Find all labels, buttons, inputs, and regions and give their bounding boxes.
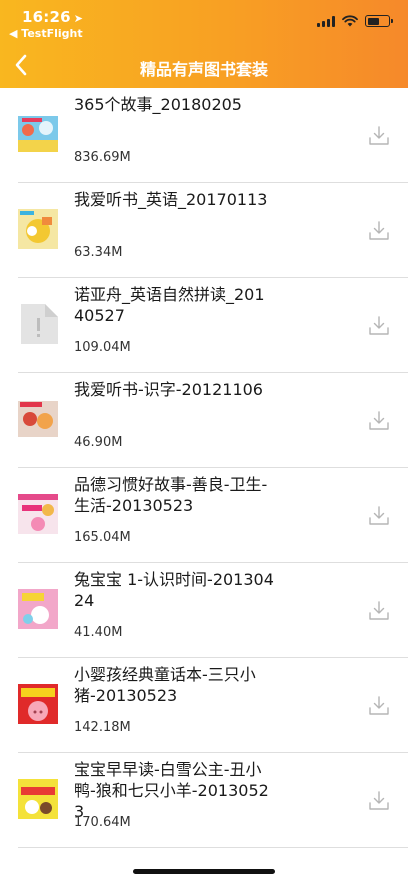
status-indicators [317, 15, 393, 27]
download-icon[interactable] [368, 505, 390, 527]
download-icon[interactable] [368, 600, 390, 622]
item-size: 170.64M [74, 815, 131, 830]
item-size: 63.34M [74, 245, 123, 260]
download-icon[interactable] [368, 315, 390, 337]
audiobook-list: 365个故事_20180205 836.69M 我爱听书_英语_20170113… [0, 88, 408, 848]
download-icon[interactable] [368, 125, 390, 147]
item-title: 小婴孩经典童话本-三只小猪-20130523 [74, 665, 256, 705]
item-title: 我爱听书_英语_20170113 [74, 190, 268, 209]
book-cover-bunny [18, 589, 58, 629]
item-size: 142.18M [74, 720, 131, 735]
download-icon[interactable] [368, 220, 390, 242]
item-size: 41.40M [74, 625, 123, 640]
location-arrow-icon: ➤ [73, 12, 84, 25]
book-cover-colorful [18, 116, 58, 152]
battery-icon [365, 15, 393, 27]
item-size: 165.04M [74, 530, 131, 545]
list-item[interactable]: 宝宝早早读-白雪公主-丑小鸭-狼和七只小羊-20130523 170.64M [18, 753, 408, 848]
home-indicator[interactable] [133, 869, 275, 874]
file-placeholder-icon [21, 304, 58, 344]
list-item[interactable]: 我爱听书_英语_20170113 63.34M [18, 183, 408, 278]
download-icon[interactable] [368, 790, 390, 812]
book-cover-red [18, 401, 58, 437]
clock-text: 16:26 [22, 8, 71, 26]
item-size: 836.69M [74, 150, 131, 165]
list-item[interactable]: 小婴孩经典童话本-三只小猪-20130523 142.18M [18, 658, 408, 753]
item-size: 46.90M [74, 435, 123, 450]
list-item[interactable]: 365个故事_20180205 836.69M [18, 88, 408, 183]
book-cover-yellow [18, 209, 58, 249]
item-title: 诺亚舟_英语自然拼读_20140527 [74, 285, 265, 325]
item-title: 我爱听书-识字-20121106 [74, 380, 263, 399]
item-title: 兔宝宝 1-认识时间-20130424 [74, 570, 274, 610]
download-icon[interactable] [368, 410, 390, 432]
download-icon[interactable] [368, 695, 390, 717]
app-header: 16:26 ➤ ◀ TestFlight 精品有声图书套装 [0, 0, 408, 88]
page-title: 精品有声图书套装 [139, 60, 268, 79]
list-item[interactable]: 我爱听书-识字-20121106 46.90M [18, 373, 408, 468]
item-title: 365个故事_20180205 [74, 95, 242, 114]
cellular-signal-icon [317, 15, 335, 27]
book-cover-pink [18, 494, 58, 534]
book-cover-seven-goats [18, 779, 58, 819]
book-cover-three-pigs [18, 684, 58, 724]
list-item[interactable]: 品德习惯好故事-善良-卫生-生活-20130523 165.04M [18, 468, 408, 563]
item-size: 109.04M [74, 340, 131, 355]
status-time: 16:26 ➤ [22, 8, 83, 26]
wifi-icon [342, 15, 358, 27]
list-item[interactable]: 兔宝宝 1-认识时间-20130424 41.40M [18, 563, 408, 658]
item-title: 品德习惯好故事-善良-卫生-生活-20130523 [74, 475, 268, 515]
list-item[interactable]: 诺亚舟_英语自然拼读_20140527 109.04M [18, 278, 408, 373]
item-title: 宝宝早早读-白雪公主-丑小鸭-狼和七只小羊-20130523 [74, 760, 269, 821]
back-to-app-link[interactable]: ◀ TestFlight [9, 27, 83, 40]
